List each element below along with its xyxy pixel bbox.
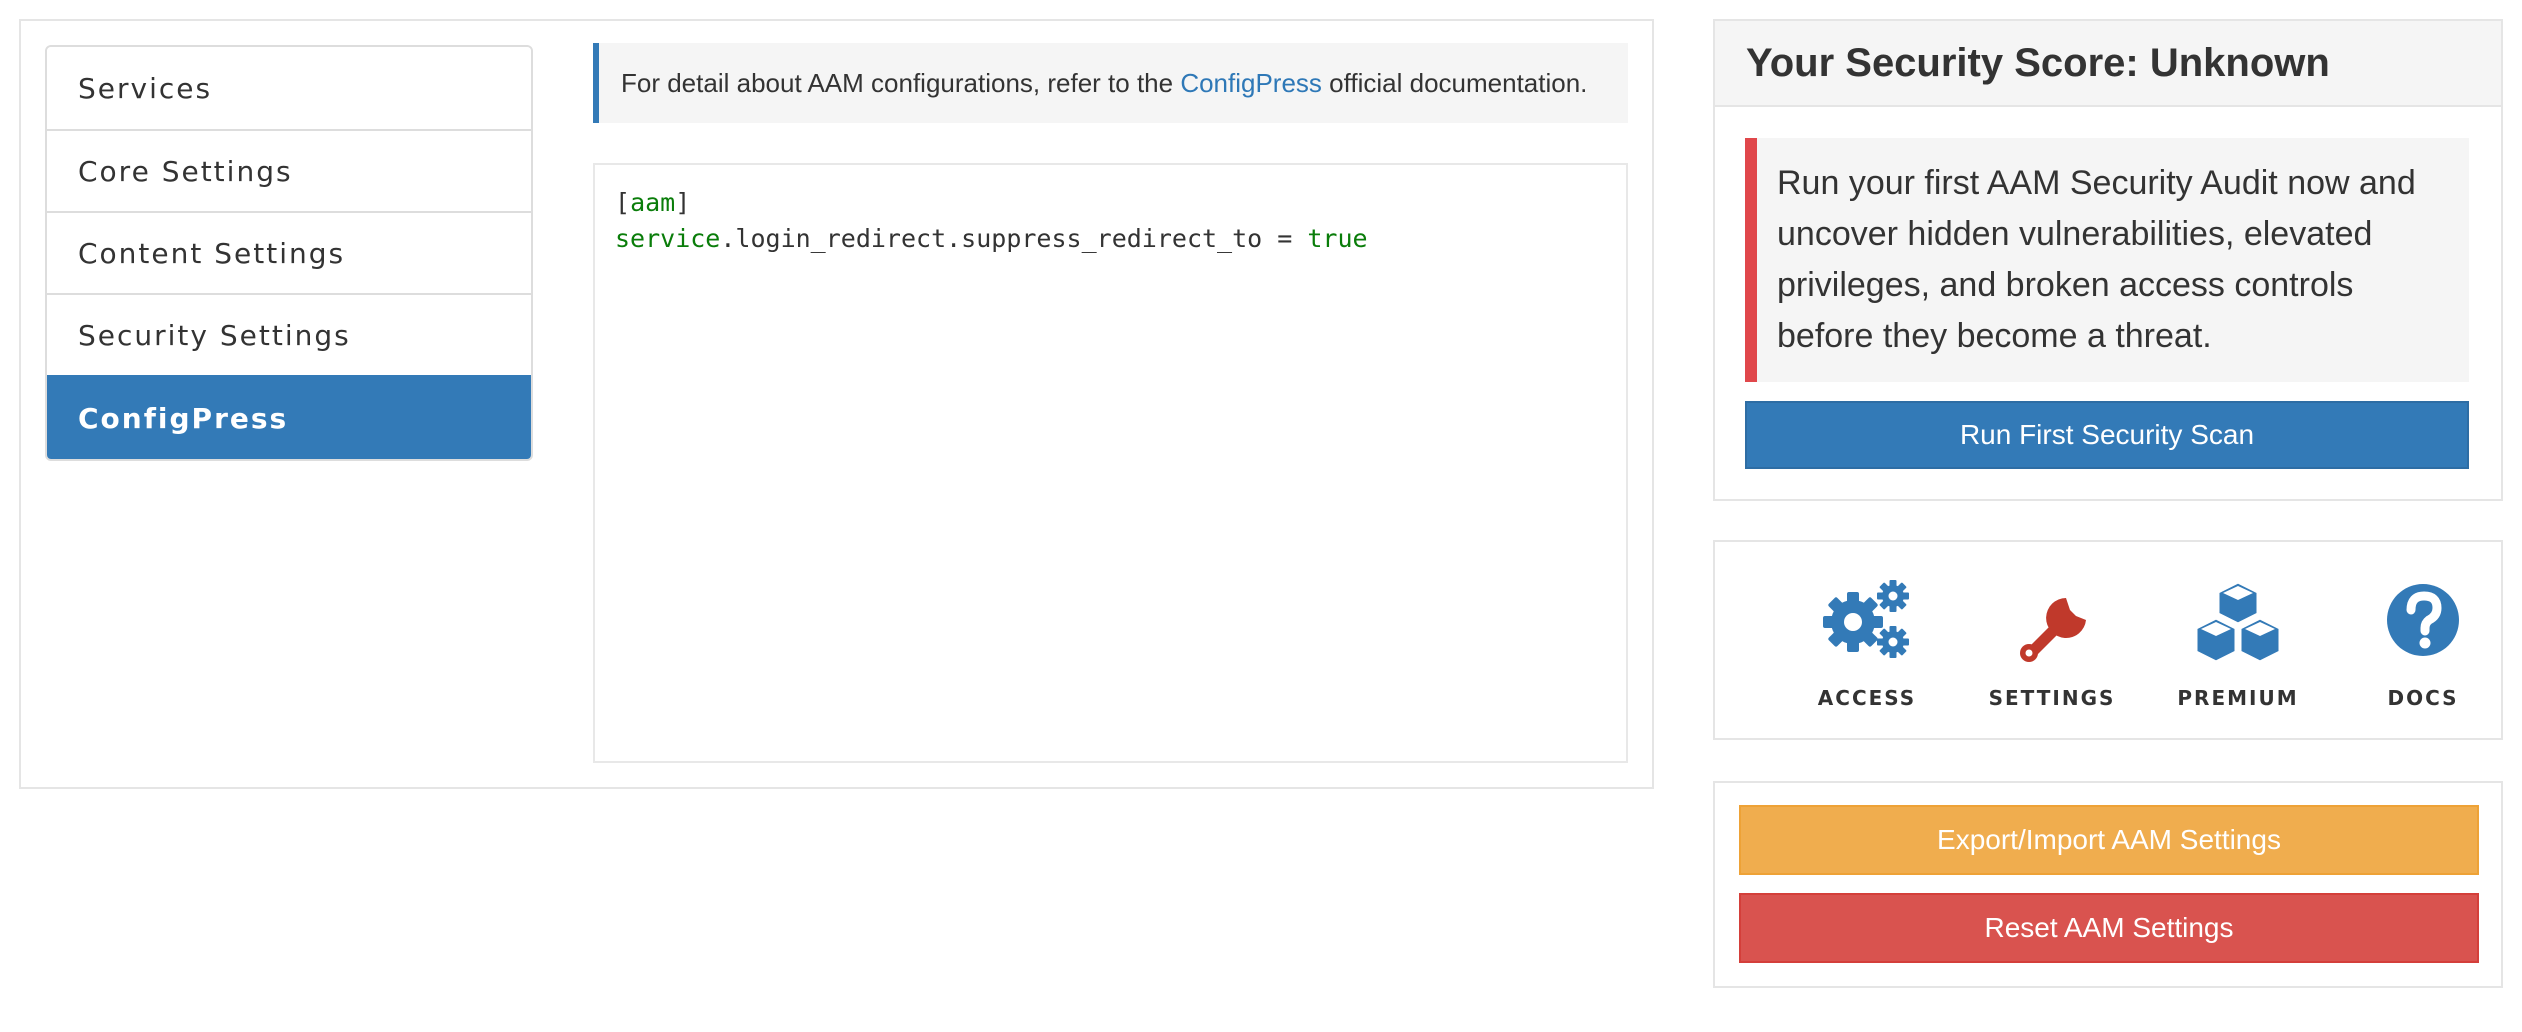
nav-item-core-settings[interactable]: Core Settings (47, 129, 531, 211)
settings-link[interactable]: SETTINGS (1972, 578, 2132, 718)
nav-item-content-settings[interactable]: Content Settings (47, 211, 531, 293)
premium-link[interactable]: PREMIUM (2158, 578, 2318, 718)
wrench-icon (2020, 582, 2090, 662)
nav-item-configpress[interactable]: ConfigPress (47, 375, 531, 459)
settings-nav: Services Core Settings Content Settings … (45, 45, 533, 461)
configpress-info-notice: For detail about AAM configurations, ref… (593, 43, 1628, 123)
nav-item-services[interactable]: Services (47, 47, 531, 129)
nav-item-security-settings[interactable]: Security Settings (47, 293, 531, 375)
code-line-setting: service.login_redirect.suppress_redirect… (615, 224, 1368, 253)
premium-label: PREMIUM (2177, 686, 2299, 710)
gears-icon (1823, 580, 1909, 658)
info-prefix: For detail about AAM configurations, ref… (621, 67, 1181, 98)
reset-settings-button[interactable]: Reset AAM Settings (1739, 893, 2479, 963)
access-link[interactable]: ACCESS (1787, 578, 1947, 718)
code-line-section: [aam] (615, 188, 691, 217)
access-label: ACCESS (1817, 686, 1917, 710)
docs-label: DOCS (2387, 686, 2459, 710)
security-score-title: Your Security Score: Unknown (1715, 21, 2501, 107)
settings-label: SETTINGS (1988, 686, 2116, 710)
security-audit-message: Run your first AAM Security Audit now an… (1745, 138, 2469, 382)
configpress-panel: Services Core Settings Content Settings … (19, 19, 1654, 789)
configpress-docs-link[interactable]: ConfigPress (1180, 68, 1322, 98)
export-import-settings-button[interactable]: Export/Import AAM Settings (1739, 805, 2479, 875)
run-security-scan-button[interactable]: Run First Security Scan (1745, 401, 2469, 469)
security-score-panel: Your Security Score: Unknown Run your fi… (1713, 19, 2503, 501)
info-text: For detail about AAM configurations, ref… (621, 68, 1587, 99)
settings-actions-panel: Export/Import AAM Settings Reset AAM Set… (1713, 781, 2503, 988)
info-suffix: official documentation. (1321, 67, 1588, 98)
quick-links-panel: ACCESS SETTINGS PREMIUM DOCS (1713, 540, 2503, 740)
question-circle-icon (2387, 584, 2459, 656)
cubes-icon (2194, 580, 2282, 662)
configpress-editor[interactable]: [aam] service.login_redirect.suppress_re… (593, 163, 1628, 763)
docs-link[interactable]: DOCS (2343, 578, 2503, 718)
